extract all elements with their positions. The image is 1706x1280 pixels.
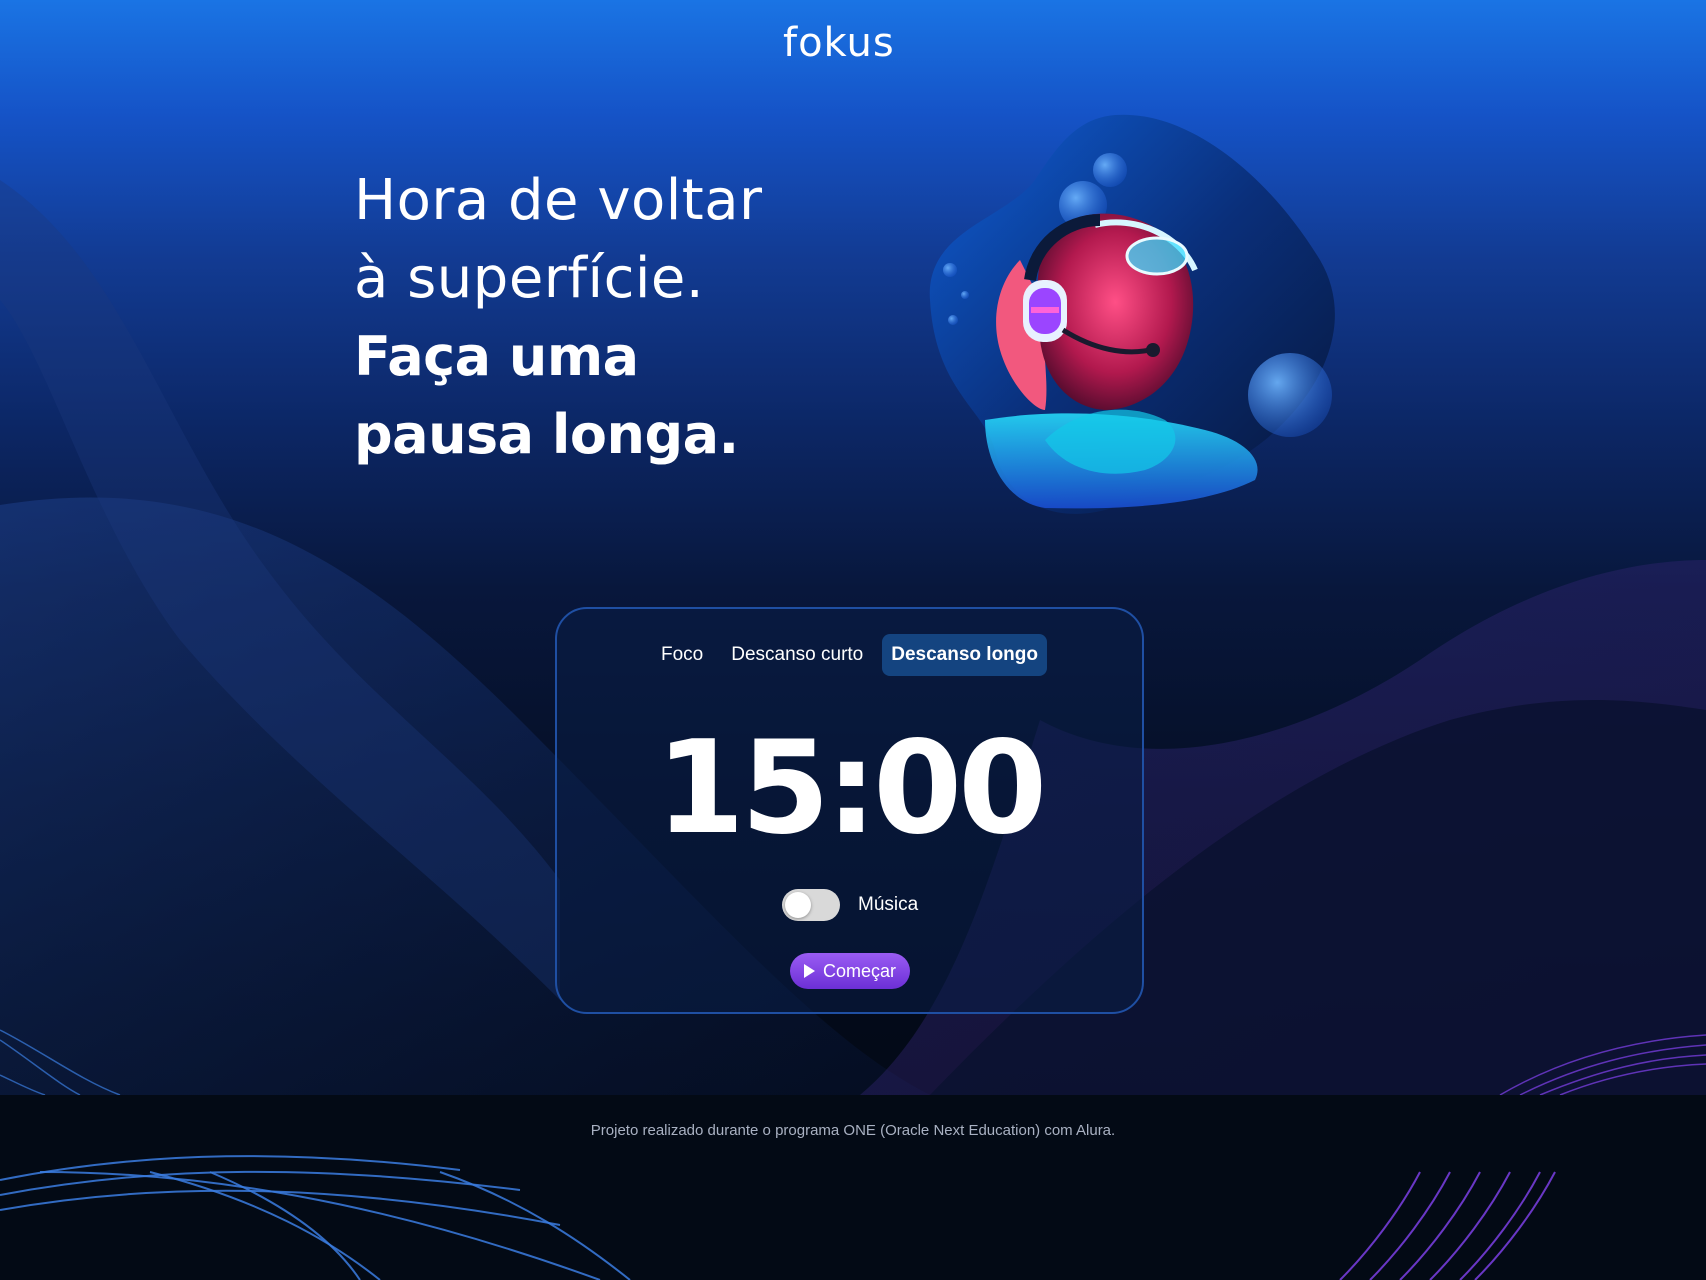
fokus-logo: fokus (783, 20, 923, 66)
tab-foco[interactable]: Foco (652, 634, 712, 676)
music-label: Música (858, 894, 919, 915)
headline-line-4: pausa longa. (354, 403, 739, 466)
headline-line-2: à superfície. (354, 246, 705, 311)
tab-descanso-longo[interactable]: Descanso longo (882, 634, 1047, 676)
toggle-knob (785, 892, 811, 918)
play-icon (803, 964, 815, 978)
mode-tabs: Foco Descanso curto Descanso longo (557, 634, 1142, 676)
timer-display: 15:00 (655, 714, 1047, 863)
start-button[interactable]: Começar (790, 953, 910, 989)
music-row: Música (782, 889, 918, 921)
tab-descanso-curto[interactable]: Descanso curto (722, 634, 872, 676)
diver-illustration (925, 110, 1345, 520)
timer-card: Foco Descanso curto Descanso longo 15:00… (555, 607, 1144, 1014)
logo-text: fokus (783, 20, 895, 66)
headline-line-3: Faça uma (354, 325, 639, 388)
hero-headline: Hora de voltar à superfície. Faça uma pa… (354, 162, 834, 474)
start-button-label: Começar (822, 960, 897, 981)
footer-credits: Projeto realizado durante o programa ONE… (590, 1122, 1116, 1139)
headline-line-1: Hora de voltar (354, 168, 763, 233)
music-toggle[interactable] (782, 889, 840, 921)
